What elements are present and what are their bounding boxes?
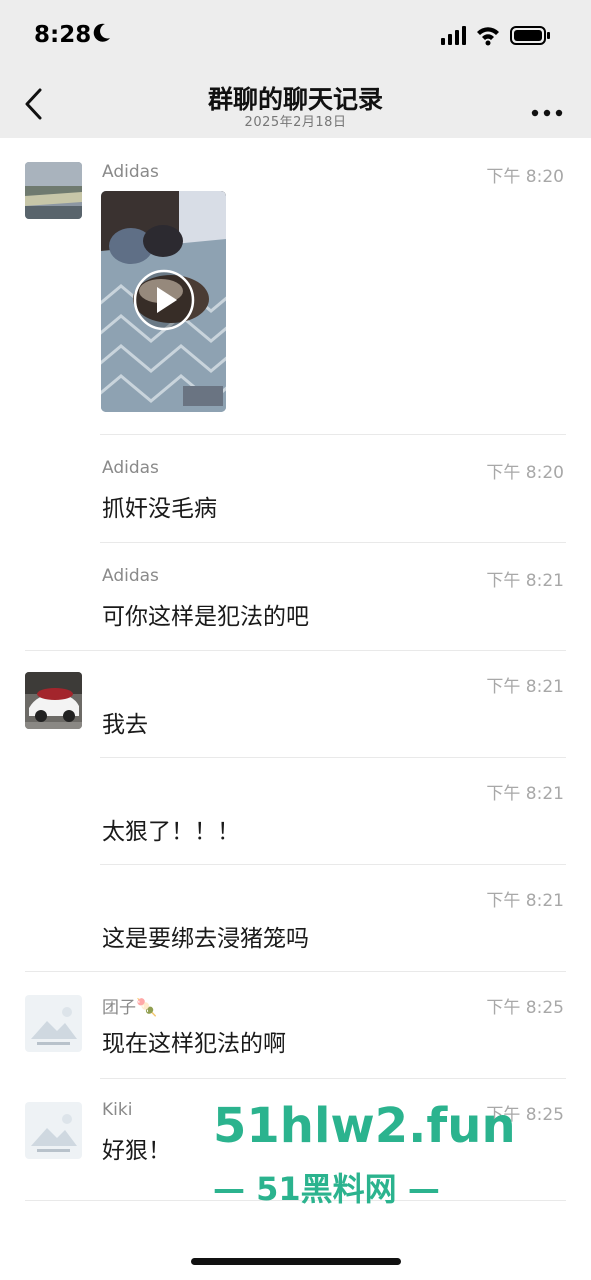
message-time: 下午 8:21	[486, 784, 564, 804]
cellular-signal-icon	[441, 26, 466, 45]
message-text[interactable]: 好狠！	[102, 1131, 171, 1165]
video-message[interactable]	[101, 191, 226, 412]
divider	[100, 757, 566, 758]
watermark-subtext: — 51黑料网 —	[213, 1170, 440, 1208]
moon-icon	[92, 22, 112, 49]
message-time: 下午 8:25	[486, 998, 564, 1018]
divider	[100, 1078, 566, 1079]
more-dots-icon	[531, 109, 563, 117]
divider	[25, 971, 566, 972]
play-icon[interactable]	[133, 269, 195, 331]
message-text[interactable]: 这是要绑去浸猪笼吗	[102, 919, 309, 953]
avatar[interactable]	[25, 1102, 82, 1159]
avatar[interactable]	[25, 162, 82, 219]
divider	[25, 650, 566, 651]
avatar[interactable]	[25, 995, 82, 1052]
nav-bar: 群聊的聊天记录 2025年2月18日	[0, 72, 591, 138]
sender-name: Kiki	[102, 1100, 133, 1120]
message-text[interactable]: 可你这样是犯法的吧	[102, 597, 309, 631]
sender-name: 团子🍡	[102, 998, 158, 1018]
avatar[interactable]	[25, 672, 82, 729]
message-text[interactable]: 太狠了！！！	[102, 812, 240, 846]
battery-icon	[510, 26, 550, 45]
watermark-text: 51hlw2.fun	[213, 1098, 516, 1154]
status-bar: 8:28	[0, 0, 591, 72]
sender-name: Adidas	[102, 162, 159, 182]
message-text[interactable]: 抓奸没毛病	[102, 489, 217, 523]
message-text[interactable]: 现在这样犯法的啊	[102, 1024, 286, 1058]
divider	[100, 542, 566, 543]
status-icons	[439, 24, 569, 52]
status-time: 8:28	[34, 22, 92, 48]
message-time: 下午 8:20	[486, 463, 564, 483]
sender-name: Adidas	[102, 566, 159, 586]
wifi-icon	[477, 27, 499, 46]
sender-name: Adidas	[102, 458, 159, 478]
message-time: 下午 8:21	[486, 891, 564, 911]
more-button[interactable]	[531, 102, 563, 117]
message-text[interactable]: 我去	[102, 705, 148, 739]
message-time: 下午 8:20	[486, 167, 564, 187]
divider	[100, 864, 566, 865]
divider	[100, 434, 566, 435]
message-time: 下午 8:21	[486, 677, 564, 697]
home-indicator[interactable]	[191, 1258, 401, 1265]
page-subtitle: 2025年2月18日	[244, 115, 347, 130]
message-time: 下午 8:21	[486, 571, 564, 591]
